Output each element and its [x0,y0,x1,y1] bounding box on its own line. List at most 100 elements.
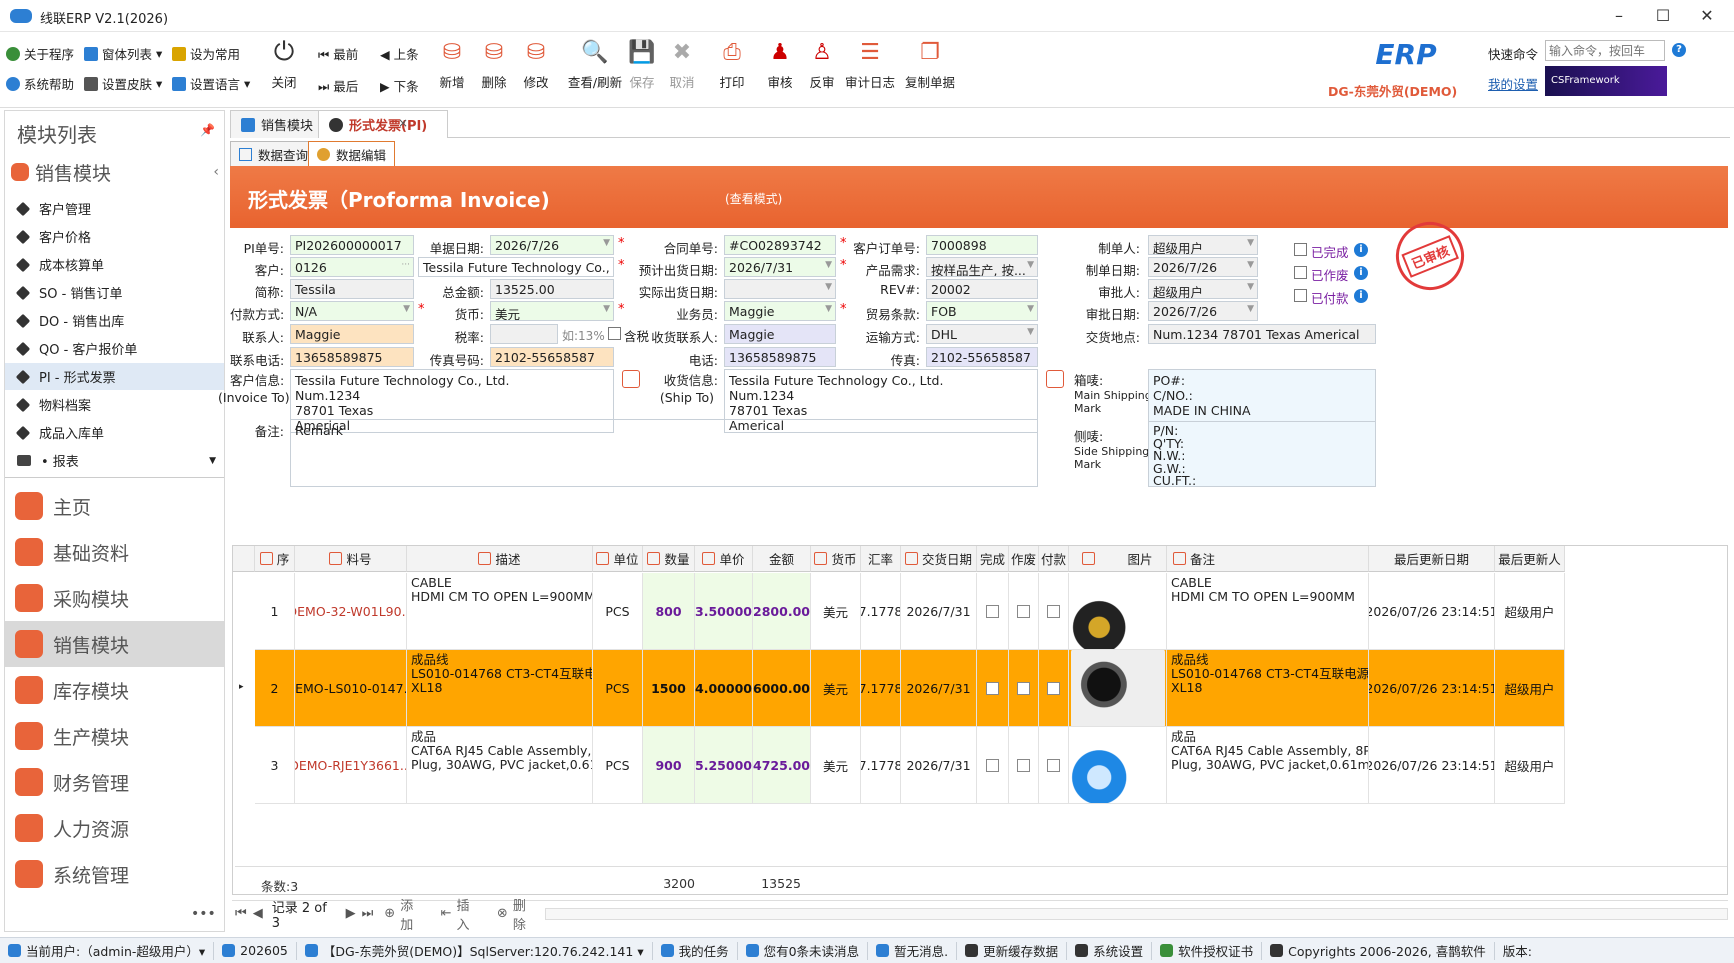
sidebar-item-fg-receipt[interactable]: 成品入库单 [5,419,224,446]
nav-next-icon[interactable]: ▶ [343,906,359,921]
first-record-button[interactable]: ⏮ 最前 [318,44,358,63]
cell-rate[interactable]: 7.1778 [861,727,901,804]
sidebar-group-sales[interactable]: 销售模块 ‹ [11,157,219,187]
window-list-button[interactable]: 窗体列表 ▾ [84,44,162,63]
make-date-field[interactable]: 2026/7/26 ▼ [1148,257,1258,277]
cust-order-field[interactable]: 7000898 [926,235,1038,255]
est-ship-field[interactable]: 2026/7/31 ▼ [724,257,836,277]
fax-field[interactable]: 2102-55658587 [490,347,614,367]
sidebar-item-cost[interactable]: 成本核算单 [5,251,224,278]
customer-name-field[interactable]: Tessila Future Technology Co., Ltd. [418,257,614,277]
contract-field[interactable]: #CO02893742 [724,235,836,255]
row-checkbox-cell[interactable] [1009,727,1039,804]
sidebar-item-pi[interactable]: PI - 形式发票 [5,363,224,390]
row-checkbox-cell[interactable] [1009,650,1039,727]
col-updated[interactable]: 最后更新日期 [1369,546,1495,572]
sidebar-item-qo[interactable]: QO - 客户报价单 [5,335,224,362]
row-checkbox-cell[interactable] [1039,727,1069,804]
col-seq[interactable]: 序 [255,546,295,572]
row-checkbox[interactable] [986,681,999,695]
cell-amount[interactable]: 2800.00 [753,573,811,650]
module-hr[interactable]: 人力资源 [5,805,224,851]
phone-field[interactable]: 13658589875 [290,347,414,367]
col-price[interactable]: 单价 [695,546,753,572]
fax2-field[interactable]: 2102-55658587 [926,347,1038,367]
row-checkbox[interactable] [1047,758,1060,772]
module-finance[interactable]: 财务管理 [5,759,224,805]
module-production[interactable]: 生产模块 [5,713,224,759]
col-remark[interactable]: 备注 [1167,546,1369,572]
cell-qty[interactable]: 800 [643,573,695,650]
total-field[interactable]: 13525.00 [490,279,614,299]
quick-cmd-help-icon[interactable]: ? [1672,43,1686,57]
table-row[interactable]: 3 DEMO-RJE1Y3661... 成品 CAT6A RJ45 Cable As… [233,727,1734,804]
horizontal-scrollbar[interactable] [545,907,1729,920]
minimize-button[interactable]: – [1604,6,1634,25]
cell-seq[interactable]: 3 [255,727,295,804]
contact-card-icon[interactable] [1046,370,1064,388]
status-system-settings[interactable]: 系统设置 [1067,941,1153,960]
status-refresh-cache[interactable]: 更新缓存数据 [957,941,1068,960]
table-row[interactable]: ▸2DEMO-LS010-0147...成品线 LS010-014768 CT3… [233,650,1734,727]
recv-contact-field[interactable]: Maggie [724,324,836,344]
cell-updated[interactable]: 2026/07/26 23:14:51 [1369,650,1495,727]
approve-date-field[interactable]: 2026/7/26 ▼ [1148,301,1258,321]
copy-doc-button[interactable]: ❐ 复制单据 [898,36,962,91]
cell-date[interactable]: 2026/7/31 [901,727,977,804]
cell-cur[interactable]: 美元 [811,727,861,804]
cell-desc[interactable]: 成品 CAT6A RJ45 Cable Assembly, 8P8C Plug,… [407,727,593,804]
row-checkbox-cell[interactable] [1039,650,1069,727]
cell-amount[interactable]: 4725.00 [753,727,811,804]
transport-field[interactable]: DHL ▼ [926,324,1038,344]
cell-user[interactable]: 超级用户 [1495,650,1565,727]
row-picture-cell[interactable] [1069,573,1167,650]
paid-checkbox[interactable] [1294,289,1307,302]
col-updated-by[interactable]: 最后更新人 [1495,546,1565,572]
col-picture[interactable]: 图片 [1069,546,1167,572]
cell-unit[interactable]: PCS [593,650,643,727]
sidebar-item-reports[interactable]: • 报表 ▼ [5,447,224,474]
tax-field[interactable] [490,324,558,344]
col-completed[interactable]: 完成 [977,546,1009,572]
cell-rate[interactable]: 7.1778 [861,573,901,650]
row-checkbox[interactable] [1017,681,1030,695]
pay-field[interactable]: N/A ▼ [290,301,414,321]
cell-unit[interactable]: PCS [593,727,643,804]
status-database[interactable]: 【DG-东莞外贸(DEMO)】SqlServer:120.76.242.141 … [297,941,653,960]
sidebar-item-do[interactable]: DO - 销售出库 [5,307,224,334]
voided-checkbox[interactable] [1294,266,1307,279]
status-license[interactable]: 软件授权证书 [1152,941,1263,960]
tab-data-edit[interactable]: 数据编辑 [308,141,396,167]
cell-date[interactable]: 2026/7/31 [901,573,977,650]
row-checkbox-cell[interactable] [977,727,1009,804]
pin-icon[interactable]: 📌 [200,123,215,137]
delivery-field[interactable]: Num.1234 78701 Texas Americal [1148,324,1376,344]
col-unit[interactable]: 单位 [593,546,643,572]
help-button[interactable]: 系统帮助 [6,74,74,93]
status-unread-messages[interactable]: 您有0条未读消息 [738,941,869,960]
cell-desc[interactable]: 成品线 LS010-014768 CT3-CT4互联电源线 XL18 [407,650,593,727]
cell-updated[interactable]: 2026/07/26 23:14:51 [1369,727,1495,804]
rev-field[interactable]: 20002 [926,279,1038,299]
cell-cur[interactable]: 美元 [811,650,861,727]
skin-button[interactable]: 设置皮肤 ▾ [84,74,162,93]
status-current-user[interactable]: 当前用户:（admin-超级用户）▾ [0,941,215,960]
set-favorite-button[interactable]: 设为常用 [172,44,240,63]
sidebar-item-materials[interactable]: 物料档案 [5,391,224,418]
tab-data-query[interactable]: 数据查询 [230,141,318,167]
cell-unit[interactable]: PCS [593,573,643,650]
row-checkbox-cell[interactable] [1039,573,1069,650]
doc-date-field[interactable]: 2026/7/26 ▼ [490,235,614,255]
info-icon[interactable]: i [1354,243,1368,257]
cell-remark[interactable]: 成品线 LS010-014768 CT3-CT4互联电源线 XL18 [1167,650,1369,727]
my-settings-link[interactable]: 我的设置 [1488,74,1538,93]
close-window-button[interactable]: ✕ [1692,6,1722,25]
module-purchase[interactable]: 采购模块 [5,575,224,621]
cell-price[interactable]: 3.50000 [695,573,753,650]
status-notice[interactable]: 暂无消息. [868,941,958,960]
cell-seq[interactable]: 1 [255,573,295,650]
short-field[interactable]: Tessila [290,279,414,299]
tab-sales-module[interactable]: 销售模块 [230,110,325,138]
side-mark-area[interactable]: P/N: Q'TY: N.W.: G.W.: CU.FT.: [1148,421,1376,487]
sidebar-item-customers[interactable]: 客户管理 [5,195,224,222]
